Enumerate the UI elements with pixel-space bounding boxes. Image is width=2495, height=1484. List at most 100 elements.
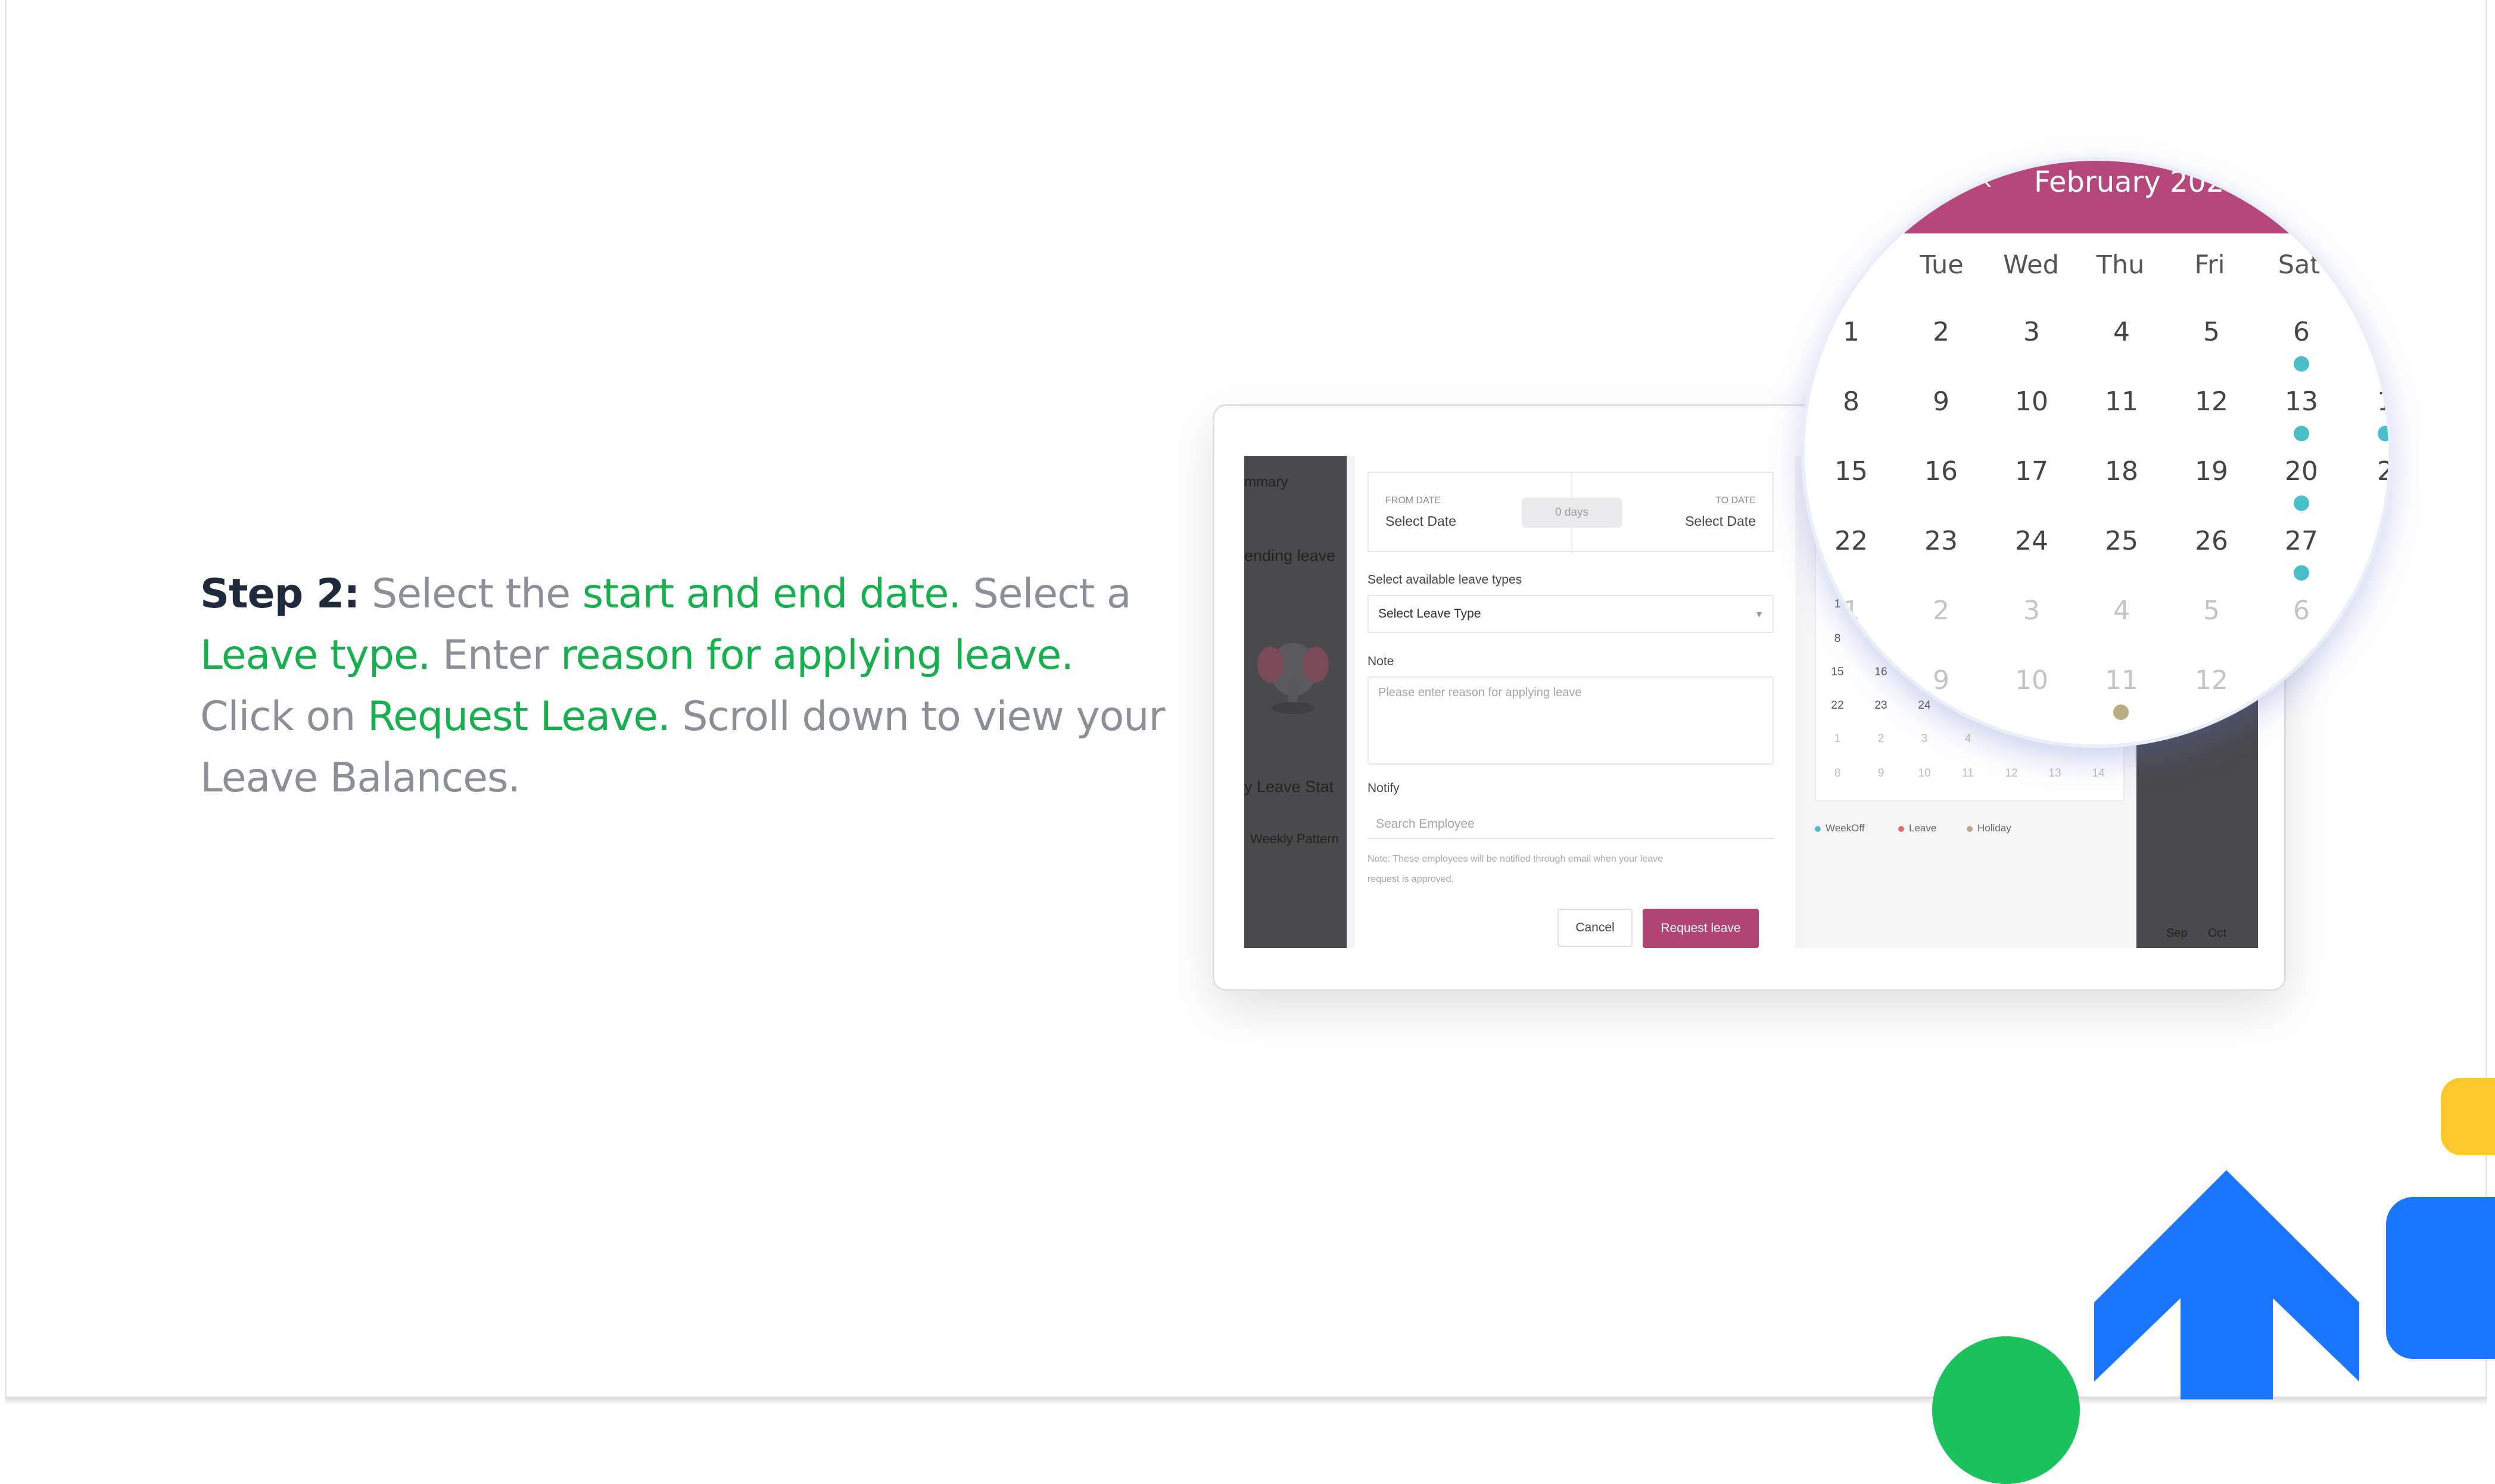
employee-search-input[interactable]: Search Employee	[1368, 809, 1774, 839]
decorative-yellow-shape	[2441, 1078, 2495, 1155]
calendar-day[interactable]: 13	[2043, 767, 2067, 780]
chevron-down-icon: ▾	[1756, 608, 1762, 620]
leave-type-value: Select Leave Type	[1378, 607, 1481, 621]
notify-placeholder: Search Employee	[1376, 817, 1475, 831]
from-date-label: FROM DATE	[1385, 495, 1441, 506]
calendar-day[interactable]: 10	[1993, 665, 2070, 696]
calendar-day[interactable]: 1	[1812, 317, 1890, 347]
calendar-day[interactable]: 8	[1812, 386, 1890, 417]
pending-leave-fragment: ending leave	[1244, 547, 1336, 565]
calendar-day[interactable]: 1	[2347, 386, 2388, 417]
leave-type-label: Select available leave types	[1368, 573, 1522, 587]
weekday-label: Thu	[2096, 250, 2145, 280]
calendar-day[interactable]: 24	[1993, 526, 2070, 556]
legend-holiday: Holiday	[1967, 822, 2011, 834]
calendar-day[interactable]: 23	[1902, 526, 1980, 556]
leave-type-select[interactable]: Select Leave Type ▾	[1368, 595, 1774, 633]
decorative-arrow-icon	[2094, 1170, 2359, 1399]
legend-weekoff: WeekOff	[1815, 822, 1865, 834]
weekoff-dot	[2378, 426, 2388, 441]
decorative-blue-shape	[2386, 1197, 2495, 1359]
calendar-day[interactable]: 22	[1812, 526, 1890, 556]
instruction-text: Select the	[359, 570, 583, 618]
calendar-day[interactable]: 27	[2263, 526, 2340, 556]
calendar-day[interactable]: 14	[2086, 767, 2110, 780]
chevron-left-icon[interactable]: ‹	[1983, 166, 1992, 195]
instruction-highlight: Leave type.	[200, 632, 431, 679]
weekday-label: Sat	[2278, 250, 2320, 280]
calendar-day[interactable]: 9	[1902, 665, 1980, 696]
instruction-highlight: start and end date.	[582, 570, 961, 618]
instruction-text: Enter	[430, 632, 561, 679]
calendar-day[interactable]: 4	[1956, 732, 1980, 746]
weekday-label: S	[2377, 250, 2388, 280]
calendar-day[interactable]: 9	[1869, 767, 1893, 780]
month-tick: Oct	[2208, 927, 2227, 940]
calendar-day[interactable]: 2	[1902, 317, 1980, 347]
calendar-day[interactable]: 3	[1912, 732, 1936, 746]
calendar-day[interactable]: 11	[1956, 767, 1980, 780]
legend-weekoff-label: WeekOff	[1826, 822, 1865, 834]
calendar-day[interactable]: 11	[2083, 665, 2160, 696]
from-date-field[interactable]: Select Date	[1385, 513, 1456, 529]
calendar-day[interactable]: 23	[1869, 699, 1893, 712]
calendar-day[interactable]: 25	[2083, 526, 2160, 556]
calendar-day[interactable]: 4	[2083, 317, 2160, 347]
calendar-day[interactable]: 3	[1993, 596, 2070, 626]
calendar-day[interactable]: 2	[1902, 596, 1980, 626]
legend-leave-label: Leave	[1909, 822, 1937, 834]
weekoff-dot	[2294, 356, 2309, 372]
calendar-day[interactable]: 1	[1826, 732, 1849, 746]
weekday-label: Tue	[1920, 250, 1964, 280]
calendar-day[interactable]: 12	[1999, 767, 2023, 780]
note-textarea[interactable]: Please enter reason for applying leave	[1368, 676, 1774, 765]
to-date-field[interactable]: Select Date	[1685, 513, 1756, 529]
weekday-label: on	[1836, 250, 1868, 280]
calendar-day[interactable]: 2	[1869, 732, 1893, 746]
calendar-day[interactable]: 5	[2173, 317, 2250, 347]
calendar-day[interactable]: 10	[1912, 767, 1936, 780]
calendar-day[interactable]: 17	[1993, 456, 2070, 487]
weekday-label: Fri	[2194, 250, 2225, 280]
calendar-day[interactable]: 24	[1912, 699, 1936, 712]
calendar-day[interactable]: 6	[2263, 317, 2340, 347]
to-date-label: TO DATE	[1715, 495, 1756, 506]
calendar-day[interactable]: 13	[2263, 386, 2340, 417]
calendar-day[interactable]: 1	[1812, 596, 1890, 626]
calendar-day[interactable]: 3	[1993, 317, 2070, 347]
instruction-text: Select a	[960, 570, 1132, 618]
calendar-day[interactable]: 12	[2173, 386, 2250, 417]
calendar-day[interactable]: 8	[1812, 665, 1890, 696]
calendar-day[interactable]: 10	[1993, 386, 2070, 417]
tab-summary-fragment: mmary	[1244, 474, 1288, 490]
calendar-day[interactable]: 8	[1826, 767, 1849, 780]
calendar-day[interactable]: 16	[1902, 456, 1980, 487]
weekday-label: Wed	[2003, 250, 2059, 280]
weekly-pattern-fragment: Weekly Pattern	[1250, 831, 1339, 846]
calendar-day[interactable]: 19	[2173, 456, 2250, 487]
calendar-day[interactable]: 5	[2173, 596, 2250, 626]
calendar-day[interactable]: 8	[1826, 632, 1849, 646]
instruction-highlight: reason for applying leave.	[560, 632, 1074, 679]
calendar-day[interactable]: 9	[1902, 386, 1980, 417]
calendar-day[interactable]: 15	[1812, 456, 1890, 487]
decorative-green-circle	[1932, 1336, 2080, 1484]
request-leave-button[interactable]: Request leave	[1643, 909, 1759, 948]
calendar-day[interactable]: 12	[2173, 665, 2250, 696]
calendar-day[interactable]: 11	[2083, 386, 2160, 417]
calendar-day[interactable]: 26	[2173, 526, 2250, 556]
instruction-text: Click on	[200, 693, 367, 740]
note-label: Note	[1368, 654, 1394, 668]
cancel-button[interactable]: Cancel	[1558, 909, 1633, 947]
calendar-day[interactable]: 2	[2347, 456, 2388, 487]
notify-label: Notify	[1368, 781, 1400, 795]
calendar-day[interactable]: 18	[2083, 456, 2160, 487]
weekoff-dot	[2294, 565, 2309, 581]
calendar-day[interactable]: 6	[2263, 596, 2340, 626]
calendar-day[interactable]: 4	[2083, 596, 2160, 626]
calendar-day[interactable]: 20	[2263, 456, 2340, 487]
date-range-picker[interactable]: FROM DATE Select Date 0 days TO DATE Sel…	[1368, 472, 1774, 553]
calendar-month-title: February 2021	[2034, 166, 2243, 199]
notify-hint: Note: These employees will be notified t…	[1368, 854, 1663, 884]
calendar-day[interactable]: 22	[1826, 699, 1849, 712]
